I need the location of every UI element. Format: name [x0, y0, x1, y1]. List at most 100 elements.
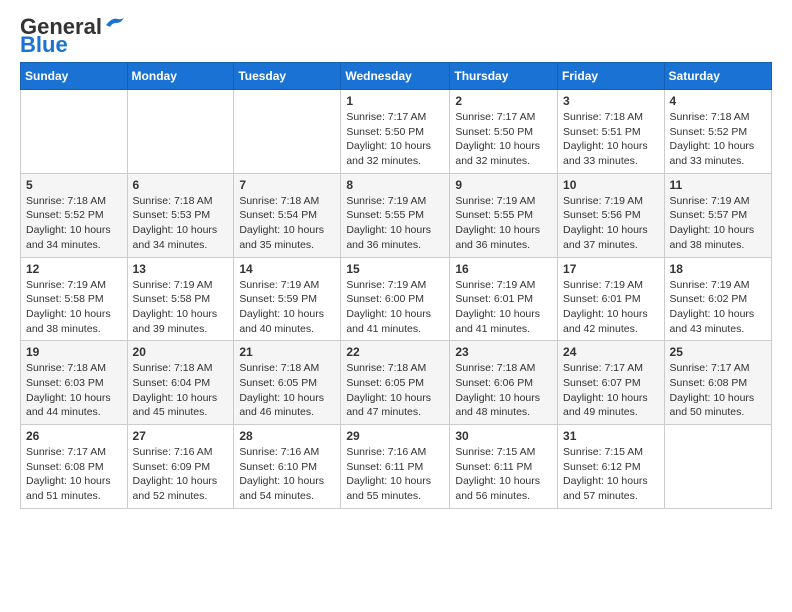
day-info: Sunrise: 7:17 AM Sunset: 6:07 PM Dayligh…: [563, 361, 659, 420]
weekday-header-row: SundayMondayTuesdayWednesdayThursdayFrid…: [21, 63, 772, 90]
day-number: 3: [563, 94, 659, 108]
calendar-cell: 9 Sunrise: 7:19 AM Sunset: 5:55 PM Daylig…: [450, 173, 558, 257]
weekday-header-wednesday: Wednesday: [341, 63, 450, 90]
day-number: 2: [455, 94, 552, 108]
calendar-cell: 6 Sunrise: 7:18 AM Sunset: 5:53 PM Daylig…: [127, 173, 234, 257]
calendar-cell: 3 Sunrise: 7:18 AM Sunset: 5:51 PM Daylig…: [558, 90, 665, 174]
calendar-cell: 7 Sunrise: 7:18 AM Sunset: 5:54 PM Daylig…: [234, 173, 341, 257]
day-info: Sunrise: 7:17 AM Sunset: 6:08 PM Dayligh…: [26, 445, 122, 504]
calendar-week-row: 5Sunrise: 7:18 AM Sunset: 5:52 PM Daylig…: [21, 173, 772, 257]
day-number: 13: [133, 262, 229, 276]
calendar-cell: 26 Sunrise: 7:17 AM Sunset: 6:08 PM Dayli…: [21, 425, 128, 509]
calendar-cell: 2 Sunrise: 7:17 AM Sunset: 5:50 PM Daylig…: [450, 90, 558, 174]
day-number: 27: [133, 429, 229, 443]
calendar-cell: [21, 90, 128, 174]
logo-blue: Blue: [20, 34, 68, 56]
day-number: 1: [346, 94, 444, 108]
day-info: Sunrise: 7:19 AM Sunset: 5:56 PM Dayligh…: [563, 194, 659, 253]
day-info: Sunrise: 7:19 AM Sunset: 5:55 PM Dayligh…: [346, 194, 444, 253]
weekday-header-monday: Monday: [127, 63, 234, 90]
day-info: Sunrise: 7:17 AM Sunset: 5:50 PM Dayligh…: [346, 110, 444, 169]
page: General Blue SundayMondayTuesdayWednesda…: [0, 0, 792, 525]
day-info: Sunrise: 7:19 AM Sunset: 5:57 PM Dayligh…: [670, 194, 766, 253]
calendar-cell: 4 Sunrise: 7:18 AM Sunset: 5:52 PM Daylig…: [664, 90, 771, 174]
day-info: Sunrise: 7:18 AM Sunset: 6:05 PM Dayligh…: [346, 361, 444, 420]
calendar-cell: 14 Sunrise: 7:19 AM Sunset: 5:59 PM Dayli…: [234, 257, 341, 341]
day-number: 4: [670, 94, 766, 108]
day-info: Sunrise: 7:18 AM Sunset: 5:54 PM Dayligh…: [239, 194, 335, 253]
weekday-header-tuesday: Tuesday: [234, 63, 341, 90]
day-number: 5: [26, 178, 122, 192]
calendar-cell: 18 Sunrise: 7:19 AM Sunset: 6:02 PM Dayli…: [664, 257, 771, 341]
day-info: Sunrise: 7:18 AM Sunset: 5:53 PM Dayligh…: [133, 194, 229, 253]
calendar-cell: 19 Sunrise: 7:18 AM Sunset: 6:03 PM Dayli…: [21, 341, 128, 425]
day-info: Sunrise: 7:19 AM Sunset: 5:58 PM Dayligh…: [26, 278, 122, 337]
day-info: Sunrise: 7:18 AM Sunset: 6:06 PM Dayligh…: [455, 361, 552, 420]
day-number: 11: [670, 178, 766, 192]
day-info: Sunrise: 7:19 AM Sunset: 5:58 PM Dayligh…: [133, 278, 229, 337]
day-info: Sunrise: 7:19 AM Sunset: 6:01 PM Dayligh…: [563, 278, 659, 337]
calendar-week-row: 19 Sunrise: 7:18 AM Sunset: 6:03 PM Dayli…: [21, 341, 772, 425]
day-number: 22: [346, 345, 444, 359]
calendar-cell: 12 Sunrise: 7:19 AM Sunset: 5:58 PM Dayli…: [21, 257, 128, 341]
day-info: Sunrise: 7:17 AM Sunset: 6:08 PM Dayligh…: [670, 361, 766, 420]
calendar-table: SundayMondayTuesdayWednesdayThursdayFrid…: [20, 62, 772, 509]
day-number: 9: [455, 178, 552, 192]
day-number: 21: [239, 345, 335, 359]
day-info: Sunrise: 7:19 AM Sunset: 6:01 PM Dayligh…: [455, 278, 552, 337]
day-info: Sunrise: 7:18 AM Sunset: 6:04 PM Dayligh…: [133, 361, 229, 420]
weekday-header-friday: Friday: [558, 63, 665, 90]
calendar-cell: 8Sunrise: 7:19 AM Sunset: 5:55 PM Daylig…: [341, 173, 450, 257]
day-info: Sunrise: 7:18 AM Sunset: 5:52 PM Dayligh…: [670, 110, 766, 169]
calendar-cell: 21 Sunrise: 7:18 AM Sunset: 6:05 PM Dayli…: [234, 341, 341, 425]
day-info: Sunrise: 7:18 AM Sunset: 5:51 PM Dayligh…: [563, 110, 659, 169]
calendar-cell: 16 Sunrise: 7:19 AM Sunset: 6:01 PM Dayli…: [450, 257, 558, 341]
day-info: Sunrise: 7:16 AM Sunset: 6:11 PM Dayligh…: [346, 445, 444, 504]
header: General Blue: [20, 16, 772, 56]
day-info: Sunrise: 7:18 AM Sunset: 6:05 PM Dayligh…: [239, 361, 335, 420]
calendar-cell: 13 Sunrise: 7:19 AM Sunset: 5:58 PM Dayli…: [127, 257, 234, 341]
day-number: 30: [455, 429, 552, 443]
calendar-week-row: 26 Sunrise: 7:17 AM Sunset: 6:08 PM Dayli…: [21, 425, 772, 509]
day-info: Sunrise: 7:17 AM Sunset: 5:50 PM Dayligh…: [455, 110, 552, 169]
calendar-cell: [127, 90, 234, 174]
calendar-cell: 31Sunrise: 7:15 AM Sunset: 6:12 PM Dayli…: [558, 425, 665, 509]
day-info: Sunrise: 7:19 AM Sunset: 5:55 PM Dayligh…: [455, 194, 552, 253]
calendar-cell: 15Sunrise: 7:19 AM Sunset: 6:00 PM Dayli…: [341, 257, 450, 341]
day-number: 14: [239, 262, 335, 276]
calendar-cell: 27 Sunrise: 7:16 AM Sunset: 6:09 PM Dayli…: [127, 425, 234, 509]
day-number: 26: [26, 429, 122, 443]
day-number: 19: [26, 345, 122, 359]
day-number: 24: [563, 345, 659, 359]
day-number: 7: [239, 178, 335, 192]
day-info: Sunrise: 7:16 AM Sunset: 6:09 PM Dayligh…: [133, 445, 229, 504]
calendar-cell: 25 Sunrise: 7:17 AM Sunset: 6:08 PM Dayli…: [664, 341, 771, 425]
weekday-header-saturday: Saturday: [664, 63, 771, 90]
calendar-cell: 17 Sunrise: 7:19 AM Sunset: 6:01 PM Dayli…: [558, 257, 665, 341]
day-number: 10: [563, 178, 659, 192]
day-info: Sunrise: 7:19 AM Sunset: 6:02 PM Dayligh…: [670, 278, 766, 337]
logo: General Blue: [20, 16, 126, 56]
day-number: 6: [133, 178, 229, 192]
day-number: 15: [346, 262, 444, 276]
calendar-cell: 22 Sunrise: 7:18 AM Sunset: 6:05 PM Dayli…: [341, 341, 450, 425]
day-info: Sunrise: 7:15 AM Sunset: 6:11 PM Dayligh…: [455, 445, 552, 504]
calendar-cell: 11 Sunrise: 7:19 AM Sunset: 5:57 PM Dayli…: [664, 173, 771, 257]
day-info: Sunrise: 7:16 AM Sunset: 6:10 PM Dayligh…: [239, 445, 335, 504]
calendar-cell: 1 Sunrise: 7:17 AM Sunset: 5:50 PM Daylig…: [341, 90, 450, 174]
day-number: 23: [455, 345, 552, 359]
day-info: Sunrise: 7:19 AM Sunset: 5:59 PM Dayligh…: [239, 278, 335, 337]
day-number: 16: [455, 262, 552, 276]
calendar-cell: 29 Sunrise: 7:16 AM Sunset: 6:11 PM Dayli…: [341, 425, 450, 509]
day-number: 25: [670, 345, 766, 359]
day-info: Sunrise: 7:15 AM Sunset: 6:12 PM Dayligh…: [563, 445, 659, 504]
calendar-cell: 5Sunrise: 7:18 AM Sunset: 5:52 PM Daylig…: [21, 173, 128, 257]
calendar-cell: 30 Sunrise: 7:15 AM Sunset: 6:11 PM Dayli…: [450, 425, 558, 509]
day-number: 29: [346, 429, 444, 443]
calendar-cell: 23 Sunrise: 7:18 AM Sunset: 6:06 PM Dayli…: [450, 341, 558, 425]
day-number: 18: [670, 262, 766, 276]
weekday-header-sunday: Sunday: [21, 63, 128, 90]
day-info: Sunrise: 7:18 AM Sunset: 6:03 PM Dayligh…: [26, 361, 122, 420]
day-number: 17: [563, 262, 659, 276]
day-number: 12: [26, 262, 122, 276]
